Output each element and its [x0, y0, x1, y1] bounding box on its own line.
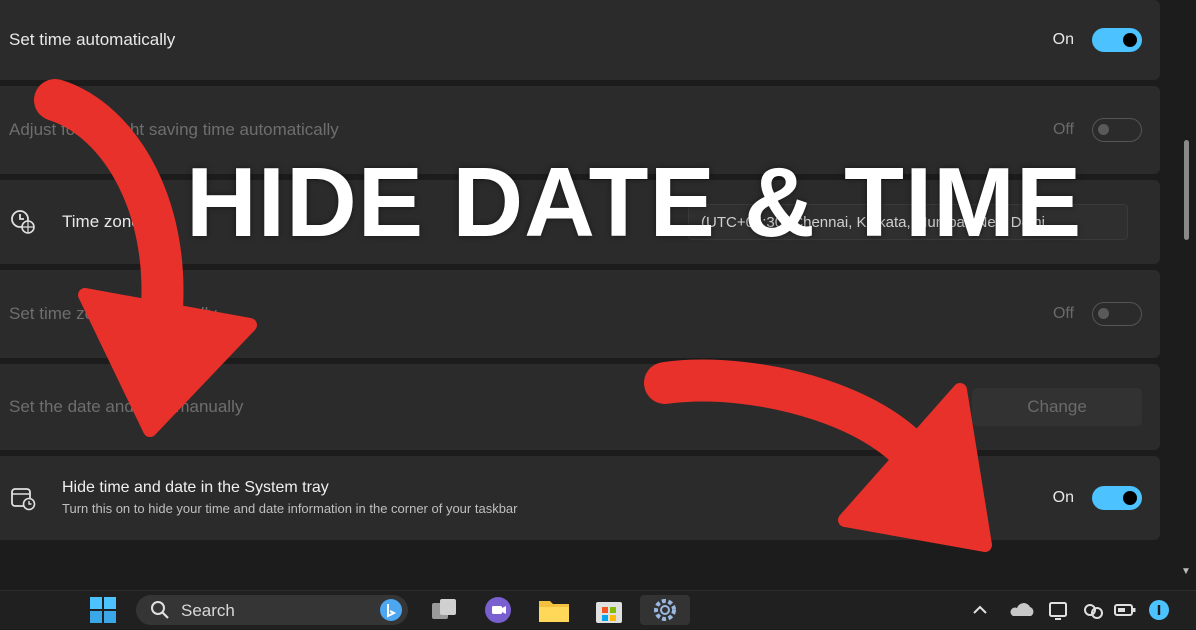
start-button[interactable]: [86, 595, 120, 625]
search-icon: [151, 601, 169, 619]
search-placeholder: Search: [181, 601, 235, 620]
battery-button[interactable]: [1112, 595, 1138, 625]
chevron-up-icon: [973, 605, 987, 614]
task-view-icon: [432, 599, 456, 619]
network-icon: [1084, 604, 1103, 619]
folder-icon: [539, 601, 569, 622]
taskbar-search-box[interactable]: Search: [136, 595, 408, 625]
bing-icon: [380, 599, 402, 621]
show-hidden-icons-button[interactable]: [970, 595, 990, 625]
gear-icon: [654, 599, 676, 621]
battery-icon: [1114, 604, 1136, 616]
cloud-icon: [1010, 603, 1034, 616]
settings-app-button[interactable]: [640, 595, 690, 625]
red-arrows-overlay: [34, 79, 992, 552]
right-arrow-icon: [644, 359, 992, 552]
notifications-button[interactable]: [1146, 595, 1172, 625]
network-button[interactable]: [1080, 595, 1106, 625]
tray-monitor-button[interactable]: [1046, 595, 1072, 625]
teams-chat-button[interactable]: [482, 595, 514, 625]
task-view-button[interactable]: [428, 595, 460, 625]
windows-logo-icon: [90, 597, 116, 623]
onedrive-button[interactable]: [1008, 595, 1036, 625]
notification-badge-icon: [1149, 600, 1169, 620]
headline-text: HIDE DATE & TIME: [186, 147, 1083, 257]
microsoft-store-button[interactable]: [593, 595, 625, 625]
monitor-icon: [1049, 602, 1067, 620]
taskbar: Search: [0, 590, 1196, 629]
store-icon: [596, 602, 622, 623]
file-explorer-button[interactable]: [537, 595, 571, 625]
teams-chat-icon: [485, 597, 511, 623]
